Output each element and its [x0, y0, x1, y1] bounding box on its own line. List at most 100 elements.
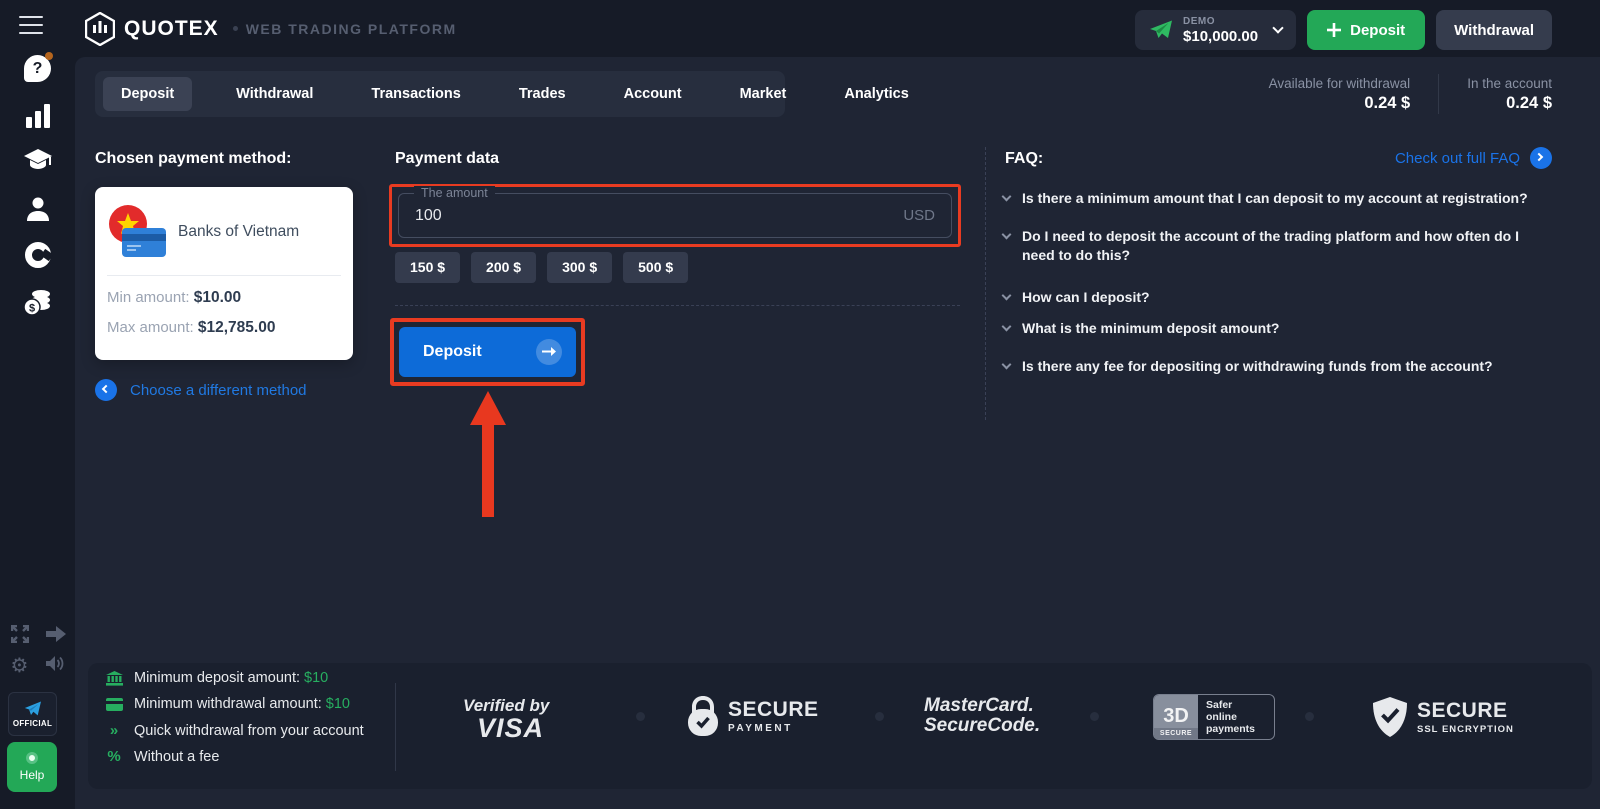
arrow-forward-icon[interactable] [18, 625, 93, 643]
quick-amount-150[interactable]: 150 $ [395, 252, 461, 283]
secure-payment-badge: SECURE PAYMENT [688, 696, 819, 736]
double-chevron-icon: » [109, 722, 119, 739]
quick-amount-500[interactable]: 500 $ [623, 252, 689, 283]
badge-separator-dot [636, 712, 645, 721]
tab-market[interactable]: Market [726, 77, 801, 111]
vertical-dashed-divider [985, 147, 986, 420]
three-d-secure-badge: 3D SECURE Safer online payments [1153, 694, 1275, 740]
in-account-label: In the account [1467, 75, 1552, 91]
education-icon[interactable] [0, 149, 75, 173]
account-switcher[interactable]: DEMO $10,000.00 [1135, 10, 1297, 50]
top-bar: QUOTEX WEB TRADING PLATFORM DEMO $10,000… [75, 0, 1600, 57]
header-deposit-label: Deposit [1350, 21, 1406, 39]
platform-tagline: WEB TRADING PLATFORM [245, 20, 457, 37]
header-withdrawal-button[interactable]: Withdrawal [1436, 10, 1552, 50]
available-withdrawal-label: Available for withdrawal [1268, 75, 1411, 91]
chevron-down-icon [1001, 321, 1012, 332]
badge-separator-dot [1090, 712, 1099, 721]
amount-highlight-box: The amount USD [389, 184, 961, 247]
deposit-submit-button[interactable]: Deposit [399, 327, 576, 377]
help-label: Help [19, 768, 45, 782]
feature-value: $10 [304, 670, 329, 686]
demo-plane-icon [1150, 20, 1173, 38]
balances-summary: Available for withdrawal 0.24 $ In the a… [1269, 74, 1552, 114]
menu-icon[interactable] [19, 16, 43, 34]
notification-dot [45, 52, 53, 60]
max-amount-row: Max amount: $12,785.00 [107, 319, 275, 337]
quick-amounts: 150 $ 200 $ 300 $ 500 $ [395, 252, 689, 283]
feature-text: Minimum withdrawal amount: [134, 696, 326, 712]
section-tabbar: Deposit Withdrawal Transactions Trades A… [95, 71, 909, 117]
logo-text: QUOTEX [124, 16, 219, 40]
quotex-logo-icon [85, 11, 115, 46]
min-amount-label: Min amount: [107, 289, 194, 306]
payment-method-heading: Chosen payment method: [95, 150, 292, 167]
faq-question-1[interactable]: Is there a minimum amount that I can dep… [1001, 189, 1553, 208]
in-account-value: 0.24 $ [1506, 93, 1552, 112]
payment-method-card[interactable]: Banks of Vietnam Min amount: $10.00 Max … [95, 187, 353, 360]
chevron-right-circle-icon [1530, 147, 1552, 169]
quick-amount-300[interactable]: 300 $ [547, 252, 613, 283]
padlock-icon [688, 696, 718, 736]
badge-separator-dot [1305, 712, 1314, 721]
chevron-down-icon [1272, 22, 1284, 34]
verified-by-visa-badge: Verified by VISA [463, 696, 550, 743]
faq-question-2[interactable]: Do I need to deposit the account of the … [1001, 227, 1553, 265]
sound-icon[interactable] [18, 655, 93, 672]
quotex-app: ? $ ⚙ OFFICIAL Help QUOTEX WEB TRADING P… [0, 0, 1600, 809]
min-amount-value: $10.00 [193, 289, 242, 306]
deposit-submit-label: Deposit [423, 343, 482, 360]
choose-different-method-link[interactable]: Choose a different method [95, 379, 307, 401]
chevron-down-icon [1001, 290, 1012, 301]
amount-field-label: The amount [414, 186, 495, 200]
min-amount-row: Min amount: $10.00 [107, 289, 241, 307]
feature-quick-withdrawal: » Quick withdrawal from your account [105, 722, 364, 739]
svg-text:$: $ [28, 303, 34, 315]
full-faq-label: Check out full FAQ [1394, 149, 1520, 167]
help-button[interactable]: Help [7, 742, 57, 792]
available-withdrawal-value: 0.24 $ [1364, 93, 1411, 112]
account-icon[interactable] [0, 195, 75, 221]
tab-analytics[interactable]: Analytics [830, 77, 922, 111]
header-withdrawal-label: Withdrawal [1454, 21, 1534, 39]
max-amount-label: Max amount: [107, 319, 198, 336]
header-deposit-button[interactable]: Deposit [1307, 10, 1426, 50]
chevron-left-circle-icon [95, 379, 117, 401]
trading-chart-icon[interactable] [0, 104, 75, 128]
tab-trades[interactable]: Trades [505, 77, 580, 111]
full-faq-link[interactable]: Check out full FAQ [1395, 147, 1552, 169]
chevron-down-icon [1001, 191, 1012, 202]
card-divider [107, 275, 341, 276]
feature-min-withdrawal: Minimum withdrawal amount: $10 [105, 696, 350, 712]
feature-no-fee: % Without a fee [105, 748, 219, 765]
feature-value: $10 [325, 696, 350, 712]
analytics-donut-icon[interactable] [0, 242, 75, 268]
quotex-logo[interactable]: QUOTEX [85, 11, 219, 46]
faq-heading: FAQ: [1005, 150, 1044, 167]
mastercard-securecode-badge: MasterCard. SecureCode. [924, 695, 1041, 736]
left-sidebar: ? $ ⚙ OFFICIAL Help [0, 0, 75, 809]
tab-deposit[interactable]: Deposit [103, 77, 193, 111]
help-status-dot [26, 752, 38, 764]
tab-withdrawal[interactable]: Withdrawal [222, 77, 327, 111]
amount-field: The amount USD [398, 186, 952, 238]
tab-transactions[interactable]: Transactions [357, 77, 474, 111]
max-amount-value: $12,785.00 [197, 319, 276, 336]
percent-icon: % [107, 748, 121, 765]
deposit-highlight-box: Deposit [390, 318, 585, 386]
quick-amount-200[interactable]: 200 $ [471, 252, 537, 283]
vietnam-bank-icon [109, 205, 166, 257]
tab-account[interactable]: Account [610, 77, 696, 111]
balances-divider [1438, 74, 1440, 114]
support-chat-icon[interactable]: ? [0, 52, 75, 82]
amount-input[interactable] [415, 200, 795, 232]
feature-text: Minimum deposit amount: [134, 670, 305, 686]
faq-question-3[interactable]: How can I deposit? [1001, 288, 1553, 307]
feature-min-deposit: Minimum deposit amount: $10 [105, 670, 328, 686]
footer-divider [395, 683, 396, 771]
official-telegram-badge[interactable]: OFFICIAL [8, 692, 57, 736]
faq-question-4[interactable]: What is the minimum deposit amount? [1001, 319, 1553, 338]
faq-question-5[interactable]: Is there any fee for depositing or withd… [1001, 357, 1553, 376]
finance-coins-icon[interactable]: $ [0, 288, 75, 316]
footer-band: Minimum deposit amount: $10 Minimum with… [88, 663, 1592, 789]
